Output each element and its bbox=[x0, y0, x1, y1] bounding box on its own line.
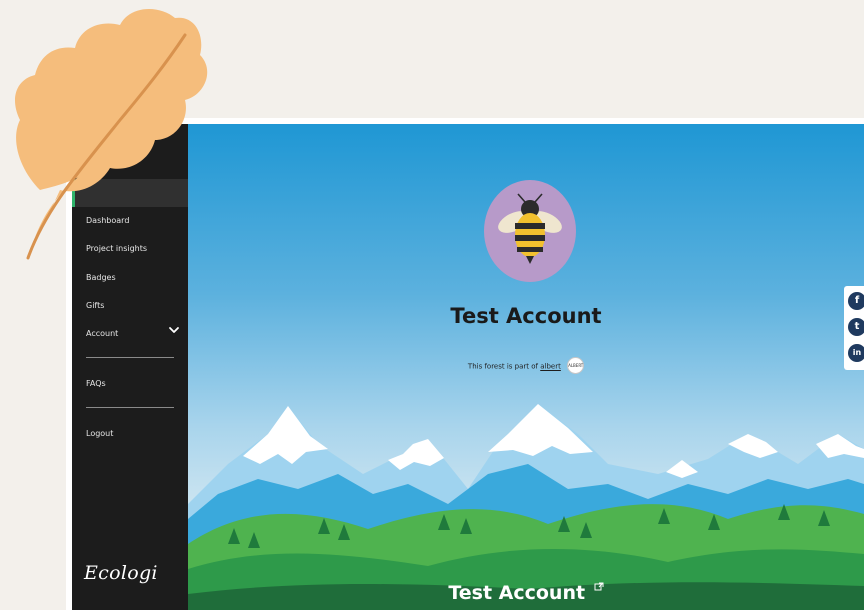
forest-partner-link[interactable]: albert bbox=[540, 363, 561, 371]
sidebar-item-gifts[interactable]: Gifts bbox=[86, 301, 104, 310]
external-link-icon[interactable] bbox=[594, 582, 604, 592]
sidebar-item-logout[interactable]: Logout bbox=[86, 429, 113, 438]
sidebar-item-badges[interactable]: Badges bbox=[86, 273, 116, 282]
partner-logo-text: ALBERT bbox=[568, 363, 584, 368]
chevron-down-icon[interactable] bbox=[168, 325, 180, 335]
mountain-landscape-illustration bbox=[188, 404, 864, 610]
forest-title-text: Test Account bbox=[448, 582, 586, 604]
sidebar-item-faqs[interactable]: FAQs bbox=[86, 379, 106, 388]
facebook-icon[interactable]: f bbox=[848, 292, 864, 310]
partner-logo[interactable]: ALBERT bbox=[567, 357, 585, 374]
forest-partner-line: This forest is part of albert ALBERT bbox=[188, 357, 864, 375]
page-title: Test Account bbox=[450, 304, 602, 328]
leaf-decoration-icon bbox=[15, 8, 208, 260]
bee-icon bbox=[498, 193, 562, 264]
linkedin-icon[interactable]: in bbox=[848, 344, 864, 362]
forest-title-banner: Test Account bbox=[188, 582, 864, 604]
twitter-icon[interactable]: t bbox=[848, 318, 864, 336]
sidebar-divider bbox=[86, 407, 174, 408]
sidebar-divider bbox=[86, 357, 174, 358]
forest-profile-main: Test Account This forest is part of albe… bbox=[188, 124, 864, 610]
forest-prefix-text: This forest is part of bbox=[467, 362, 538, 371]
sidebar-item-account[interactable]: Account bbox=[86, 329, 118, 338]
ecologi-logo: Ecologi bbox=[84, 562, 158, 584]
avatar bbox=[484, 180, 576, 282]
